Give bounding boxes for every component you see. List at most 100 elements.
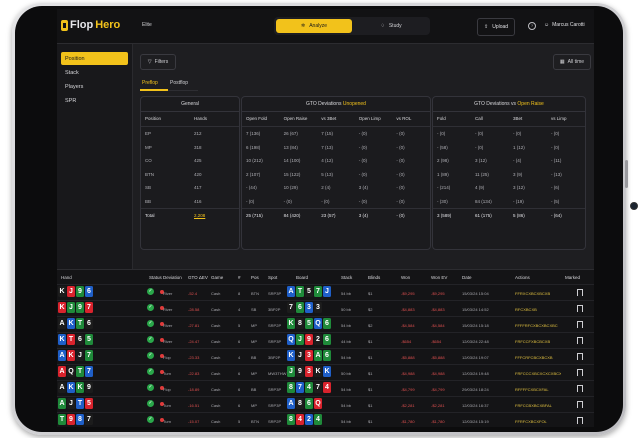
sidebar-item-players[interactable]: Players	[61, 80, 128, 93]
date-cell: 12/03/24 16:37	[462, 403, 489, 408]
column-header-gto-ev[interactable]: GTO ΔEV	[188, 275, 208, 280]
tab-study[interactable]: ♢ Study	[354, 19, 428, 33]
user-icon: ☺	[544, 22, 550, 28]
user-menu[interactable]: ☺ Marcus Carotti	[544, 22, 585, 28]
board-cards: 8424	[287, 414, 322, 425]
deviation-cell: River	[163, 323, 173, 328]
date-range-button[interactable]: ▦ All time	[553, 54, 591, 70]
won-ev-cell: -$5,888	[431, 355, 445, 360]
column-header-marked[interactable]: Marked	[565, 275, 580, 280]
date-cell: 15/03/24 15:18	[462, 323, 489, 328]
bookmark-icon[interactable]	[577, 369, 583, 376]
column-header-date[interactable]: Date	[462, 275, 472, 280]
actions-cell: FFFFRFCXBCXBCXBC	[515, 323, 558, 328]
table-row[interactable]: A K T 6 ✓ River -27.81 Cash 5 MP SRP2P 54 bb $2 -$4,5…	[57, 316, 594, 333]
table-row[interactable]: K J 9 7 ✓ River -28.58 Cash 4 SB 3BP2P 50 bb $2 -$4,8…	[57, 300, 594, 317]
stat-cell: BB	[145, 198, 152, 204]
user-name: Marcus Carotti	[552, 22, 585, 28]
logo[interactable]: Flop Hero	[61, 19, 120, 31]
column-header: Open Limp	[358, 116, 381, 121]
won-cell: -$5,888	[401, 355, 415, 360]
playing-card: A	[314, 350, 322, 361]
won-cell: -$2,281	[401, 403, 415, 408]
upload-button[interactable]: ⇪ Upload	[477, 18, 516, 36]
playing-card: K	[314, 366, 322, 377]
playing-card: 5	[85, 398, 93, 409]
stack-cell: 54 bb	[341, 419, 352, 424]
column-header-won[interactable]: Won	[401, 275, 410, 280]
column-header-spot[interactable]: Spot	[268, 275, 277, 280]
board-cards: 7633	[287, 302, 322, 313]
bookmark-icon[interactable]	[577, 353, 583, 360]
column-header-won-ev[interactable]: Won EV	[431, 275, 447, 280]
filters-button[interactable]: ▽ Filters	[140, 54, 176, 70]
help-icon[interactable]: ?	[528, 22, 536, 30]
column-header: Position	[145, 116, 162, 121]
bookmark-icon[interactable]	[577, 321, 583, 328]
stack-cell: 54 bb	[341, 403, 352, 408]
ev-cell: -16.51	[188, 403, 200, 408]
stat-cell: - (30)	[437, 198, 448, 204]
table-row[interactable]: K J 9 6 ✓ River -52.4 Cash 8 BTN SRP3P 54 bb $1 -$9,2…	[57, 284, 594, 301]
playing-card: 6	[305, 398, 313, 409]
column-header-pos[interactable]: Pos	[251, 275, 259, 280]
total-hands-link[interactable]: 2,208	[190, 209, 239, 223]
main-nav: ✲ Analyze ♢ Study	[274, 17, 430, 35]
tab-preflop[interactable]: Preflop	[142, 80, 158, 86]
column-header-status[interactable]: Status	[149, 275, 162, 280]
sidebar-item-stack[interactable]: Stack	[61, 66, 128, 79]
position-cell: BTN	[251, 291, 259, 296]
won-ev-cell: -$4,988	[431, 371, 445, 376]
sidebar: Position Stack Players SPR	[57, 44, 133, 269]
playing-card: 6	[323, 334, 331, 345]
table-row[interactable]: A K J 7 ✓ Flop -23.33 Cash 4 BB 3BP2P 54 bb $1 -$5,88…	[57, 348, 594, 365]
table-row[interactable]: A Q T 7 ✓ Turn -22.83 Cash 6 MP MW3THW 50 bb $1 -$4,9…	[57, 364, 594, 381]
bookmark-icon[interactable]	[577, 337, 583, 344]
bookmark-icon[interactable]	[577, 289, 583, 296]
unopened-panel: GTO Deviations Unopened Open Fold Open Ra…	[241, 96, 431, 250]
column-header-game[interactable]: Game	[211, 275, 223, 280]
column-header-hand[interactable]: Hand	[61, 275, 72, 280]
bookmark-icon[interactable]	[577, 401, 583, 408]
stat-cell: - (0)	[475, 131, 484, 136]
column-header--[interactable]: #	[238, 275, 241, 280]
board-cards: KJ3A6	[287, 350, 331, 361]
stat-row: - (0) - (0) - (0) - (0) - (0)	[242, 195, 430, 209]
bookmark-icon[interactable]	[577, 305, 583, 312]
playing-card: 2	[314, 334, 322, 345]
actions-cell: FRFCCBXBCXBFAL	[515, 403, 552, 408]
stat-row: EP 212	[141, 127, 239, 141]
table-row[interactable]: T 9 8 7 ✓ Turn -15.07 Cash 5 BTN SRP2P 54 bb $1 -$1,7…	[57, 412, 594, 427]
total-row: 25 (715) 84 (420) 23 (57) 3 (4) - (0)	[242, 208, 430, 223]
stat-cell: 6 (198)	[246, 144, 261, 150]
hand-cards: AKK9	[58, 382, 93, 393]
column-header-board[interactable]: Board	[296, 275, 308, 280]
bookmark-icon[interactable]	[577, 385, 583, 392]
column-header: vs ROL	[396, 116, 412, 121]
stat-cell: - (0)	[321, 198, 330, 204]
playing-card: 4	[323, 382, 331, 393]
hand-cards: AQT7	[58, 366, 93, 377]
column-header-stack[interactable]: Stack	[341, 275, 352, 280]
column-header-actions[interactable]: Actions	[515, 275, 530, 280]
table-row[interactable]: K T 6 5 ✓ River -24.47 Cash 6 MP SRP3P 44 bb $1 -$654…	[57, 332, 594, 349]
stat-row: CO 425	[141, 154, 239, 168]
table-row[interactable]: A J T 5 ✓ Turn -16.51 Cash 6 MP SRP3P 54 bb $1 -$2,28…	[57, 396, 594, 413]
blinds-cell: $1	[368, 291, 373, 296]
players-cell: 6	[238, 403, 241, 408]
bookmark-icon[interactable]	[577, 417, 583, 424]
playing-card: 5	[305, 318, 313, 329]
sidebar-item-position[interactable]: Position	[61, 52, 128, 65]
playing-card: A	[58, 382, 66, 393]
tab-postflop[interactable]: Postflop	[170, 80, 188, 86]
column-header-blinds[interactable]: Blinds	[368, 275, 380, 280]
stat-cell: - (0)	[551, 131, 560, 136]
column-header: Open Fold	[246, 116, 268, 121]
tab-analyze[interactable]: ✲ Analyze	[276, 19, 352, 33]
column-header-deviation[interactable]: Deviation	[163, 275, 182, 280]
deviation-cell: Flop	[163, 355, 171, 360]
sidebar-item-spr[interactable]: SPR	[61, 94, 128, 107]
game-cell: Cash	[211, 323, 221, 328]
table-row[interactable]: A K K 9 ✓ Flop -18.89 Cash 6 BB SRP3P 54 bb $1 -$4,79…	[57, 380, 594, 397]
board-cards: QJ926	[287, 334, 331, 345]
